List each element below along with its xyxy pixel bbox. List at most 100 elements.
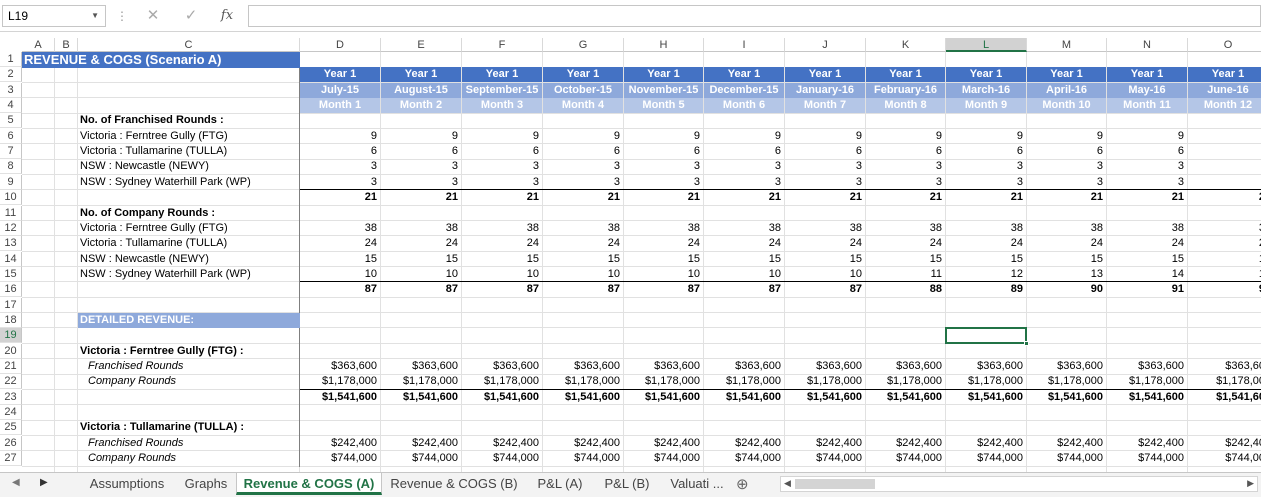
enter-icon[interactable]: ✓ [180, 5, 202, 27]
value-cell[interactable]: $242,40 [1188, 436, 1261, 451]
value-cell[interactable]: $744,000 [381, 451, 461, 466]
sheet-title[interactable]: REVENUE & COGS (Scenario A) [22, 52, 300, 68]
value-cell[interactable]: 3 [543, 175, 623, 190]
value-cell[interactable]: $363,600 [462, 359, 542, 374]
value-cell[interactable]: $242,400 [543, 436, 623, 451]
value-cell[interactable]: 3 [543, 159, 623, 174]
period-header-month-name[interactable]: February-16 [866, 82, 945, 98]
scroll-thumb[interactable] [795, 479, 875, 489]
value-cell[interactable]: 3 [1188, 221, 1261, 236]
row-label-6[interactable]: Victoria : Ferntree Gully (FTG) [78, 129, 300, 144]
column-header-o[interactable]: O [1188, 38, 1261, 52]
value-cell[interactable]: 21 [462, 190, 542, 205]
value-cell[interactable]: 3 [704, 159, 784, 174]
period-header-month-name[interactable]: January-16 [785, 82, 865, 98]
row-header-16[interactable]: 16 [0, 282, 22, 298]
value-cell[interactable]: 9 [1027, 129, 1106, 144]
value-cell[interactable]: 15 [946, 252, 1026, 267]
value-cell[interactable]: 15 [462, 252, 542, 267]
value-cell[interactable]: $1,541,600 [1107, 390, 1187, 405]
value-cell[interactable]: 15 [624, 252, 703, 267]
value-cell[interactable]: 6 [624, 144, 703, 159]
value-cell[interactable]: 15 [704, 252, 784, 267]
value-cell[interactable]: $242,400 [704, 436, 784, 451]
value-cell[interactable]: 38 [381, 221, 461, 236]
formula-input[interactable] [248, 5, 1261, 27]
row-label-25[interactable]: Victoria : Tullamarine (TULLA) : [78, 420, 300, 435]
value-cell[interactable]: 10 [785, 267, 865, 282]
row-label-13[interactable]: Victoria : Tullamarine (TULLA) [78, 236, 300, 251]
value-cell[interactable]: 3 [624, 159, 703, 174]
value-cell[interactable]: 24 [300, 236, 380, 251]
value-cell[interactable]: 24 [704, 236, 784, 251]
value-cell[interactable]: 9 [785, 129, 865, 144]
period-header-year[interactable]: Year 1 [866, 67, 945, 83]
value-cell[interactable]: $1,541,600 [300, 390, 380, 405]
cancel-icon[interactable]: ✕ [142, 5, 164, 27]
value-cell[interactable]: 21 [1027, 190, 1106, 205]
row-header-26[interactable]: 26 [0, 435, 22, 451]
value-cell[interactable]: 3 [462, 159, 542, 174]
column-header-d[interactable]: D [300, 38, 381, 52]
value-cell[interactable]: 3 [1107, 159, 1187, 174]
value-cell[interactable]: $242,400 [462, 436, 542, 451]
column-header-n[interactable]: N [1107, 38, 1188, 52]
value-cell[interactable]: 38 [624, 221, 703, 236]
period-header-month-num[interactable]: Month 6 [704, 98, 784, 114]
row-header-17[interactable]: 17 [0, 297, 22, 313]
scroll-left-arrow-icon[interactable]: ◀ [784, 478, 791, 489]
row-header-19[interactable]: 19 [0, 328, 22, 344]
sheet-tab[interactable]: Assumptions [78, 473, 176, 495]
value-cell[interactable]: 6 [1107, 144, 1187, 159]
value-cell[interactable]: 3 [704, 175, 784, 190]
row-header-8[interactable]: 8 [0, 159, 22, 175]
row-header-22[interactable]: 22 [0, 374, 22, 390]
value-cell[interactable]: $363,600 [1107, 359, 1187, 374]
name-box[interactable]: L19 ▼ [2, 5, 106, 27]
value-cell[interactable]: 15 [543, 252, 623, 267]
value-cell[interactable]: 89 [946, 282, 1026, 297]
value-cell[interactable]: 9 [946, 129, 1026, 144]
value-cell[interactable]: 87 [300, 282, 380, 297]
value-cell[interactable]: 21 [381, 190, 461, 205]
value-cell[interactable]: 10 [462, 267, 542, 282]
value-cell[interactable]: $363,600 [624, 359, 703, 374]
value-cell[interactable]: 10 [381, 267, 461, 282]
sheet-tab[interactable]: P&L (A) [526, 473, 594, 495]
value-cell[interactable]: 87 [624, 282, 703, 297]
value-cell[interactable]: $242,400 [866, 436, 945, 451]
value-cell[interactable]: $1,178,000 [381, 374, 461, 389]
value-cell[interactable]: 10 [704, 267, 784, 282]
period-header-month-name[interactable]: April-16 [1027, 82, 1106, 98]
value-cell[interactable]: $363,600 [785, 359, 865, 374]
value-cell[interactable]: $744,000 [866, 451, 945, 466]
value-cell[interactable]: 24 [543, 236, 623, 251]
column-header-f[interactable]: F [462, 38, 543, 52]
value-cell[interactable]: $242,400 [300, 436, 380, 451]
value-cell[interactable]: 88 [866, 282, 945, 297]
value-cell[interactable]: 9 [543, 129, 623, 144]
horizontal-scrollbar[interactable]: ◀ ▶ [780, 476, 1258, 492]
row-header-14[interactable]: 14 [0, 251, 22, 267]
period-header-year[interactable]: Year 1 [381, 67, 461, 83]
value-cell[interactable]: $363,600 [543, 359, 623, 374]
value-cell[interactable]: 15 [1027, 252, 1106, 267]
value-cell[interactable]: 12 [946, 267, 1026, 282]
value-cell[interactable]: 15 [300, 252, 380, 267]
active-cell-cursor[interactable] [945, 327, 1027, 345]
period-header-month-num[interactable]: Month 8 [866, 98, 945, 114]
value-cell[interactable]: 10 [543, 267, 623, 282]
period-header-year[interactable]: Year 1 [1027, 67, 1106, 83]
row-header-23[interactable]: 23 [0, 389, 22, 405]
period-header-month-num[interactable]: Month 10 [1027, 98, 1106, 114]
row-label-22[interactable]: Company Rounds [78, 374, 300, 389]
value-cell[interactable]: $1,541,600 [543, 390, 623, 405]
row-header-11[interactable]: 11 [0, 205, 22, 221]
period-header-year[interactable]: Year 1 [1188, 67, 1261, 83]
value-cell[interactable]: $744,000 [785, 451, 865, 466]
value-cell[interactable]: $1,178,000 [866, 374, 945, 389]
value-cell[interactable]: 11 [866, 267, 945, 282]
period-header-month-num[interactable]: Month 3 [462, 98, 542, 114]
value-cell[interactable]: 21 [866, 190, 945, 205]
period-header-month-name[interactable]: September-15 [462, 82, 542, 98]
